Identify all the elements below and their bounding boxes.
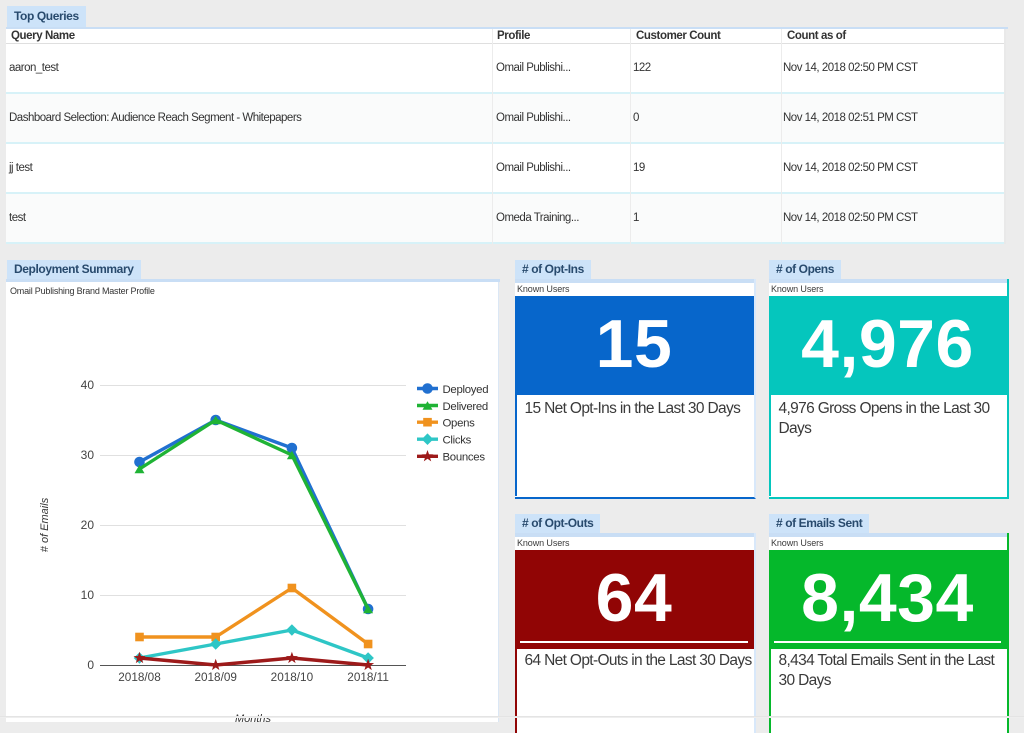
svg-text:# of Emails: # of Emails [39,497,51,552]
svg-text:20: 20 [81,518,95,532]
svg-text:10: 10 [81,588,95,602]
svg-text:Bounces: Bounces [443,452,486,464]
svg-text:2018/10: 2018/10 [271,671,314,684]
svg-text:0: 0 [87,658,94,672]
svg-text:Clicks: Clicks [443,435,472,447]
svg-text:Months: Months [235,713,272,725]
svg-text:2018/11: 2018/11 [347,671,389,684]
svg-text:40: 40 [81,378,95,392]
svg-text:Opens: Opens [443,418,476,430]
svg-text:2018/09: 2018/09 [194,671,236,684]
svg-text:30: 30 [81,448,95,462]
svg-text:2018/08: 2018/08 [118,671,161,684]
svg-text:Deployed: Deployed [443,384,489,396]
svg-text:Delivered: Delivered [443,401,488,413]
